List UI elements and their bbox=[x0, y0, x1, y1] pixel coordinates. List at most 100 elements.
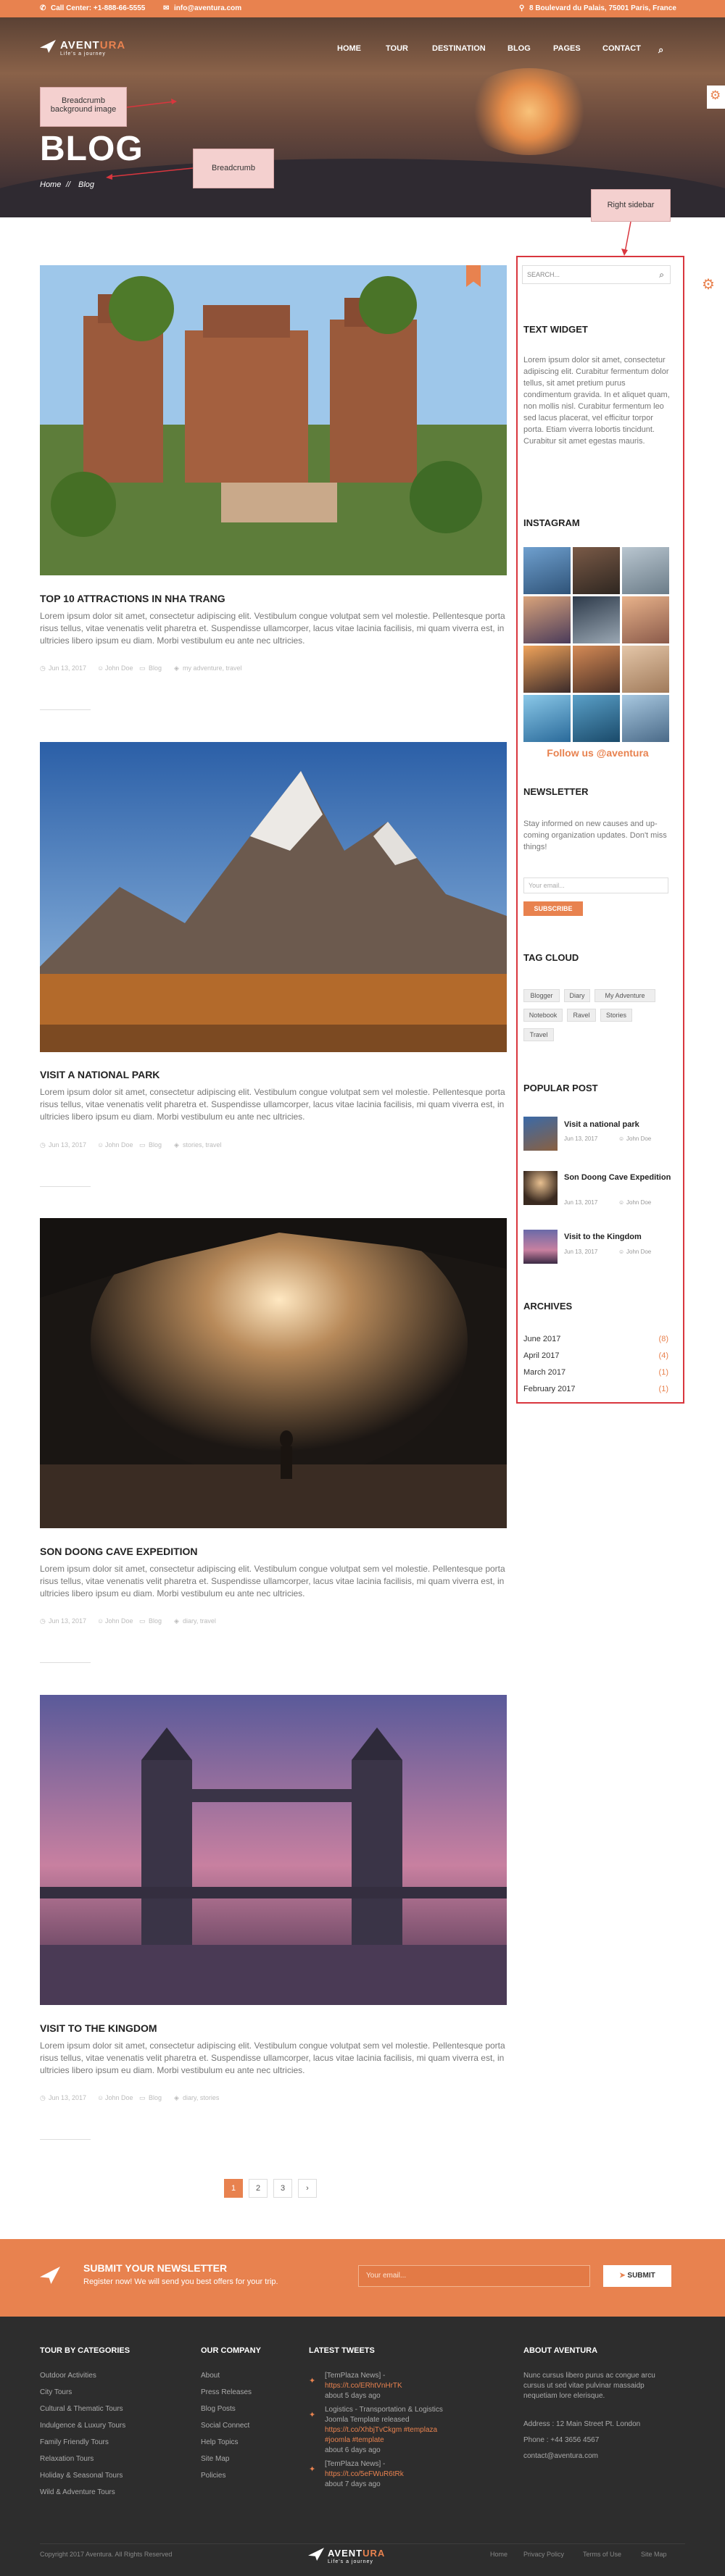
tweet: Logistics - Transportation & Logistics J… bbox=[325, 2405, 463, 2456]
post-title[interactable]: SON DOONG CAVE EXPEDITION bbox=[40, 1546, 198, 1557]
popular-post-author[interactable]: John Doe bbox=[626, 1135, 651, 1142]
breadcrumb-home[interactable]: Home bbox=[40, 180, 61, 189]
footer-link[interactable]: About bbox=[201, 2372, 220, 2380]
search-icon[interactable]: ⌕ bbox=[659, 270, 664, 280]
footer-link[interactable]: Site Map bbox=[201, 2455, 229, 2463]
instagram-photo[interactable] bbox=[622, 646, 669, 693]
post-category[interactable]: Blog bbox=[149, 1617, 162, 1625]
settings-gear-icon[interactable]: ⚙ bbox=[707, 86, 725, 109]
author-icon: ☺ bbox=[618, 1249, 625, 1255]
post-image-nha-trang[interactable] bbox=[40, 265, 507, 575]
footer-link[interactable]: Wild & Adventure Tours bbox=[40, 2488, 115, 2496]
pagination-page-1[interactable]: 1 bbox=[224, 2179, 243, 2198]
tag-my-adventure[interactable]: My Adventure bbox=[594, 989, 655, 1002]
tweet-text: Logistics - Transportation & Logistics J… bbox=[325, 2406, 443, 2424]
popular-post-title[interactable]: Visit to the Kingdom bbox=[564, 1232, 673, 1243]
instagram-photo[interactable] bbox=[573, 596, 620, 643]
tag-notebook[interactable]: Notebook bbox=[523, 1009, 563, 1022]
newsletter-bar-email-input[interactable]: Your email... bbox=[358, 2265, 590, 2287]
email-placeholder: Your email... bbox=[529, 882, 565, 889]
footer-link[interactable]: Outdoor Activities bbox=[40, 2372, 96, 2380]
post-author[interactable]: John Doe bbox=[105, 1141, 133, 1149]
newsletter-bar-submit-button[interactable]: ➤ SUBMIT bbox=[603, 2265, 671, 2287]
footer-link[interactable]: Policies bbox=[201, 2472, 225, 2480]
pagination-page-3[interactable]: 3 bbox=[273, 2179, 292, 2198]
post-tags[interactable]: stories, travel bbox=[183, 1141, 222, 1149]
post-title[interactable]: VISIT A NATIONAL PARK bbox=[40, 1069, 160, 1080]
instagram-photo[interactable] bbox=[523, 596, 571, 643]
tag-travel[interactable]: Travel bbox=[523, 1028, 554, 1041]
post-tags[interactable]: diary, travel bbox=[183, 1617, 216, 1625]
tag-stories[interactable]: Stories bbox=[600, 1009, 632, 1022]
post-image-national-park[interactable] bbox=[40, 742, 507, 1052]
twitter-icon: ✦ bbox=[309, 2377, 316, 2385]
footer-link[interactable]: Relaxation Tours bbox=[40, 2455, 94, 2463]
footer-bottom-link[interactable]: Home bbox=[490, 2551, 508, 2558]
post-excerpt: Lorem ipsum dolor sit amet, consectetur … bbox=[40, 1087, 505, 1122]
footer-logo[interactable]: AVENTURA bbox=[328, 2548, 385, 2559]
footer-bottom-link[interactable]: Terms of Use bbox=[583, 2551, 621, 2558]
post-category[interactable]: Blog bbox=[149, 664, 162, 672]
instagram-photo[interactable] bbox=[573, 646, 620, 693]
newsletter-bar-title: SUBMIT YOUR NEWSLETTER bbox=[83, 2262, 228, 2274]
post-category[interactable]: Blog bbox=[149, 1141, 162, 1149]
post-image-cave[interactable] bbox=[40, 1218, 507, 1528]
footer-bottom-link[interactable]: Site Map bbox=[641, 2551, 667, 2558]
popular-post-author[interactable]: John Doe bbox=[626, 1199, 651, 1206]
post-author[interactable]: John Doe bbox=[105, 1617, 133, 1625]
footer-link[interactable]: Blog Posts bbox=[201, 2405, 236, 2413]
archive-item[interactable]: February 2017 (1) bbox=[523, 1385, 668, 1395]
footer-link[interactable]: Social Connect bbox=[201, 2422, 249, 2430]
footer-link[interactable]: Indulgence & Luxury Tours bbox=[40, 2422, 125, 2430]
tag-diary[interactable]: Diary bbox=[564, 989, 590, 1002]
tag-ravel[interactable]: Ravel bbox=[567, 1009, 596, 1022]
instagram-follow-link[interactable]: Follow us @aventura bbox=[523, 747, 672, 759]
post-title[interactable]: TOP 10 ATTRACTIONS IN NHA TRANG bbox=[40, 593, 225, 604]
popular-post-author[interactable]: John Doe bbox=[626, 1249, 651, 1255]
archive-item[interactable]: March 2017 (1) bbox=[523, 1368, 668, 1378]
popular-post-title[interactable]: Visit a national park bbox=[564, 1120, 673, 1130]
tag-blogger[interactable]: Blogger bbox=[523, 989, 560, 1002]
footer-link[interactable]: City Tours bbox=[40, 2388, 72, 2396]
footer-link[interactable]: Family Friendly Tours bbox=[40, 2438, 109, 2446]
footer-email-link[interactable]: contact@aventura.com bbox=[523, 2452, 598, 2460]
instagram-photo[interactable] bbox=[573, 695, 620, 742]
footer-link[interactable]: Cultural & Thematic Tours bbox=[40, 2405, 123, 2413]
post-image-tower-bridge[interactable] bbox=[40, 1695, 507, 2005]
archive-label: March 2017 bbox=[523, 1368, 566, 1377]
settings-gear-icon-secondary[interactable]: ⚙ bbox=[702, 275, 715, 293]
post-title[interactable]: VISIT TO THE KINGDOM bbox=[40, 2022, 157, 2034]
post-tags[interactable]: my adventure, travel bbox=[183, 664, 242, 672]
tweet-link[interactable]: https://t.co/5eFWuR6tRk bbox=[325, 2470, 404, 2478]
newsletter-email-input[interactable]: Your email... bbox=[523, 878, 668, 893]
post-category[interactable]: Blog bbox=[149, 2094, 162, 2101]
tweet-link[interactable]: https://t.co/XhbjTvCkgm #templaza #jooml… bbox=[325, 2426, 437, 2444]
post-tags[interactable]: diary, stories bbox=[183, 2094, 219, 2101]
popular-post-thumb[interactable] bbox=[523, 1117, 558, 1151]
instagram-photo[interactable] bbox=[573, 547, 620, 594]
folder-icon: ▭ bbox=[139, 1141, 146, 1149]
footer-phone: Phone : +44 3656 4567 bbox=[523, 2436, 600, 2444]
popular-post-thumb[interactable] bbox=[523, 1230, 558, 1264]
footer-bottom-link[interactable]: Privacy Policy bbox=[523, 2551, 564, 2558]
instagram-photo[interactable] bbox=[622, 596, 669, 643]
sidebar-search-input[interactable]: SEARCH... ⌕ bbox=[522, 265, 671, 284]
instagram-photo[interactable] bbox=[622, 547, 669, 594]
footer-link[interactable]: Help Topics bbox=[201, 2438, 239, 2446]
instagram-photo[interactable] bbox=[622, 695, 669, 742]
pagination-next-button[interactable]: › bbox=[298, 2179, 317, 2198]
footer-link[interactable]: Press Releases bbox=[201, 2388, 252, 2396]
footer-link[interactable]: Holiday & Seasonal Tours bbox=[40, 2472, 123, 2480]
instagram-photo[interactable] bbox=[523, 646, 571, 693]
instagram-photo[interactable] bbox=[523, 695, 571, 742]
instagram-photo[interactable] bbox=[523, 547, 571, 594]
post-author[interactable]: John Doe bbox=[105, 2094, 133, 2101]
post-author[interactable]: John Doe bbox=[105, 664, 133, 672]
subscribe-button[interactable]: SUBSCRIBE bbox=[523, 901, 583, 916]
archive-item[interactable]: June 2017 (8) bbox=[523, 1335, 668, 1345]
popular-post-title[interactable]: Son Doong Cave Expedition bbox=[564, 1172, 673, 1183]
archive-item[interactable]: April 2017 (4) bbox=[523, 1351, 668, 1362]
tweet-link[interactable]: https://t.co/ERhtVnHrTK bbox=[325, 2382, 402, 2390]
popular-post-thumb[interactable] bbox=[523, 1171, 558, 1205]
pagination-page-2[interactable]: 2 bbox=[249, 2179, 268, 2198]
